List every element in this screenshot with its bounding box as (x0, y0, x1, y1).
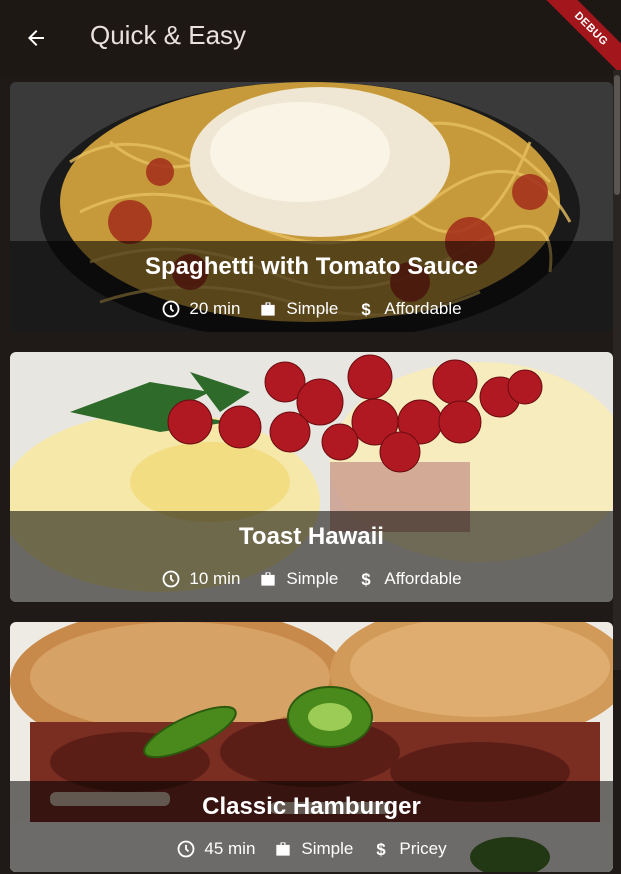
clock-icon (162, 300, 180, 318)
briefcase-icon (261, 302, 276, 316)
briefcase-icon (276, 842, 291, 856)
svg-text:$: $ (377, 840, 387, 859)
meal-card[interactable]: Toast Hawaii 10 min Simple $ Affordable (10, 352, 613, 602)
page-title: Quick & Easy (90, 20, 247, 50)
meal-complexity: Simple (286, 569, 339, 588)
meal-title: Classic Hamburger (202, 793, 421, 820)
debug-banner: DEBUG (533, 0, 621, 87)
meal-title: Spaghetti with Tomato Sauce (145, 253, 478, 280)
meal-affordability: Affordable (384, 569, 462, 588)
meal-title: Toast Hawaii (239, 523, 384, 550)
dollar-icon: $ (362, 300, 372, 319)
clock-icon (162, 570, 180, 588)
meal-meta: 45 min Simple $ Pricey (10, 839, 613, 859)
meal-info-overlay: Spaghetti with Tomato Sauce 20 min Simpl… (10, 241, 613, 332)
meal-complexity: Simple (286, 299, 339, 318)
meal-duration: 10 min (189, 569, 241, 588)
meal-meta: 10 min Simple $ Affordable (10, 569, 613, 589)
dollar-icon: $ (377, 840, 387, 859)
meal-affordability: Pricey (399, 839, 447, 858)
meal-duration: 20 min (189, 299, 241, 318)
meal-card[interactable]: Spaghetti with Tomato Sauce 20 min Simpl… (10, 82, 613, 332)
clock-icon (177, 840, 195, 858)
app-bar: Quick & Easy DEBUG (0, 0, 621, 87)
back-button[interactable] (20, 22, 52, 54)
meal-card[interactable]: Classic Hamburger 45 min Simple $ Pricey (10, 622, 613, 872)
meal-info-overlay: Toast Hawaii 10 min Simple $ Affordable (10, 511, 613, 602)
dollar-icon: $ (362, 570, 372, 589)
meal-affordability: Affordable (384, 299, 462, 318)
meal-duration: 45 min (204, 839, 256, 858)
meal-info-overlay: Classic Hamburger 45 min Simple $ Pricey (10, 781, 613, 872)
svg-text:$: $ (362, 300, 372, 319)
scrollbar-thumb[interactable] (614, 75, 620, 195)
svg-text:$: $ (362, 570, 372, 589)
meal-meta: 20 min Simple $ Affordable (10, 299, 613, 319)
meal-complexity: Simple (301, 839, 354, 858)
briefcase-icon (261, 572, 276, 586)
arrow-left-icon (28, 30, 44, 46)
